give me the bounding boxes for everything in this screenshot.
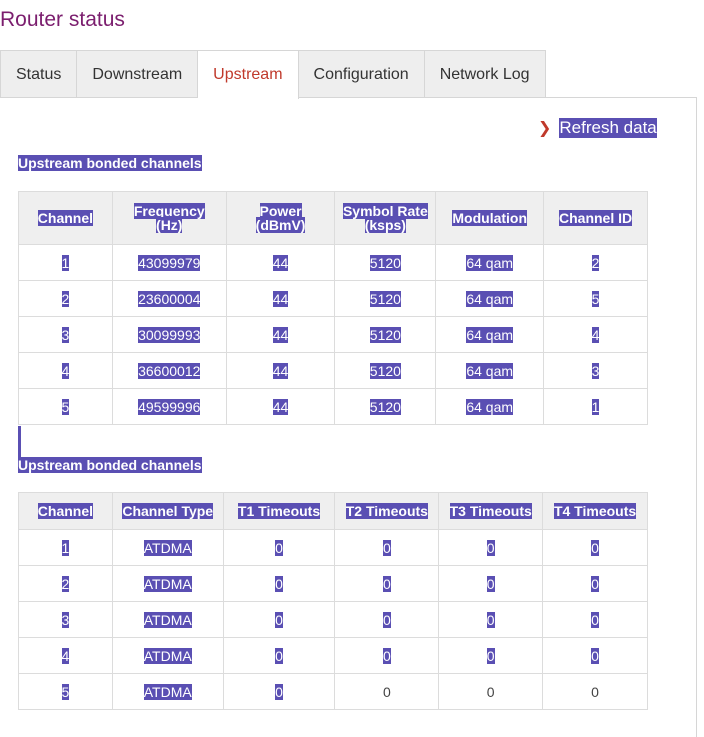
- tab-status[interactable]: Status: [0, 50, 78, 98]
- upstream-timeouts-table: Channel Channel Type T1 Timeouts T2 Time…: [18, 492, 648, 710]
- table-header-row: Channel Channel Type T1 Timeouts T2 Time…: [18, 492, 648, 530]
- table-row: 1 43099979 44 5120 64 qam 2: [18, 244, 648, 281]
- header-channel: Channel: [18, 492, 113, 530]
- refresh-data-label: Refresh data: [559, 118, 657, 138]
- upstream-channels-table: Channel Frequency (Hz) Power (dBmV) Symbol…: [18, 191, 648, 425]
- refresh-data-link[interactable]: ❯ Refresh data: [538, 118, 657, 138]
- chevron-right-icon: ❯: [538, 120, 552, 137]
- header-channel-id: Channel ID: [543, 191, 648, 245]
- table-header-row: Channel Frequency (Hz) Power (dBmV) Symbol…: [18, 191, 648, 245]
- tab-bar: Status Downstream Upstream Configuration…: [0, 50, 546, 99]
- table-row: 3 30099993 44 5120 64 qam 4: [18, 316, 648, 353]
- section-title-bonded-channels-timeouts: Upstream bonded channels: [18, 457, 202, 473]
- header-t2-timeouts: T2 Timeouts: [334, 492, 440, 530]
- header-channel: Channel: [18, 191, 113, 245]
- table-row: 5 49599996 44 5120 64 qam 1: [18, 388, 648, 425]
- tab-configuration[interactable]: Configuration: [298, 50, 425, 98]
- tab-panel: ❯ Refresh data Upstream bonded channels …: [0, 97, 697, 737]
- page-title: Router status: [0, 8, 125, 31]
- header-frequency: Frequency (Hz): [111, 191, 227, 245]
- table-row: 4 ATDMA 0 0 0 0: [18, 637, 648, 674]
- text-cursor: [18, 426, 21, 458]
- table-row: 1 ATDMA 0 0 0 0: [18, 529, 648, 566]
- section-title-bonded-channels: Upstream bonded channels: [18, 155, 202, 171]
- header-t4-timeouts: T4 Timeouts: [542, 492, 648, 530]
- header-modulation: Modulation: [435, 191, 545, 245]
- header-symbol-rate: Symbol Rate (ksps): [334, 191, 437, 245]
- header-power: Power (dBmV): [225, 191, 336, 245]
- tab-downstream[interactable]: Downstream: [77, 50, 199, 98]
- table-row: 4 36600012 44 5120 64 qam 3: [18, 352, 648, 389]
- table-row: 2 23600004 44 5120 64 qam 5: [18, 280, 648, 317]
- header-t1-timeouts: T1 Timeouts: [222, 492, 336, 530]
- table-row: 5 ATDMA 0 0 0 0: [18, 673, 648, 710]
- table-row: 3 ATDMA 0 0 0 0: [18, 601, 648, 638]
- tab-network-log[interactable]: Network Log: [424, 50, 546, 98]
- tab-upstream[interactable]: Upstream: [198, 50, 299, 99]
- header-t3-timeouts: T3 Timeouts: [438, 492, 544, 530]
- header-channel-type: Channel Type: [111, 492, 224, 530]
- table-row: 2 ATDMA 0 0 0 0: [18, 565, 648, 602]
